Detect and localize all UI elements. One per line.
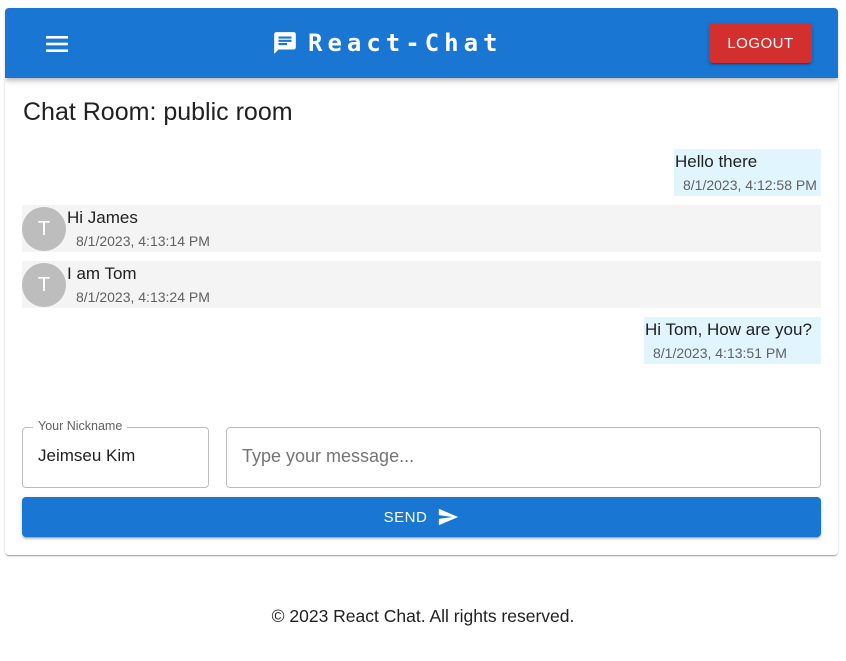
menu-icon[interactable] <box>43 30 71 58</box>
message-item: Hi Tom, How are you? 8/1/2023, 4:13:51 P… <box>644 317 821 364</box>
room-title: Chat Room: public room <box>23 98 293 126</box>
send-button[interactable]: SEND <box>22 497 821 537</box>
message-field <box>226 427 821 488</box>
nickname-input[interactable] <box>38 446 198 466</box>
message-timestamp: 8/1/2023, 4:12:58 PM <box>683 177 817 193</box>
chat-icon <box>272 30 298 56</box>
message-text: Hi Tom, How are you? <box>645 320 812 339</box>
avatar: T <box>22 263 66 307</box>
message-item: T I am Tom 8/1/2023, 4:13:24 PM <box>22 261 821 308</box>
nickname-label: Your Nickname <box>33 419 128 433</box>
message-text: I am Tom <box>67 264 137 283</box>
send-icon <box>437 506 459 528</box>
logout-button[interactable]: LOGOUT <box>709 23 812 63</box>
brand: React-Chat <box>272 28 503 58</box>
send-label: SEND <box>383 508 428 526</box>
app-bar: React-Chat LOGOUT <box>5 8 838 78</box>
chat-card: React-Chat LOGOUT Chat Room: public room… <box>5 8 838 555</box>
message-text: Hello there <box>675 152 758 171</box>
message-text: Hi James <box>67 208 138 227</box>
message-item: T Hi James 8/1/2023, 4:13:14 PM <box>22 205 821 252</box>
footer-text: © 2023 React Chat. All rights reserved. <box>271 606 575 626</box>
avatar: T <box>22 207 66 251</box>
message-input[interactable] <box>242 446 802 467</box>
nickname-field: Your Nickname <box>22 419 209 488</box>
message-timestamp: 8/1/2023, 4:13:51 PM <box>653 345 787 361</box>
message-item: Hello there 8/1/2023, 4:12:58 PM <box>674 149 821 196</box>
message-timestamp: 8/1/2023, 4:13:14 PM <box>76 233 210 249</box>
app-title: React-Chat <box>308 29 503 57</box>
message-timestamp: 8/1/2023, 4:13:24 PM <box>76 289 210 305</box>
